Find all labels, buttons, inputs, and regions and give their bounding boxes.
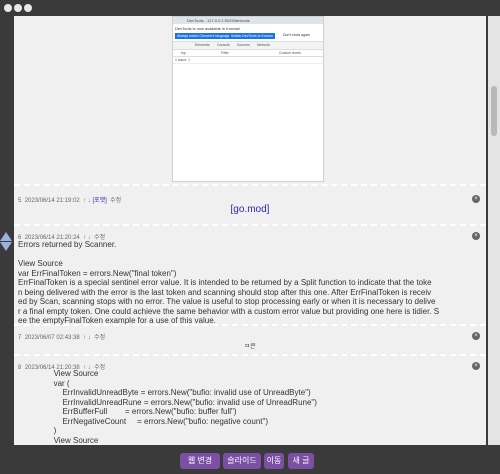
post-5: 5 2023/06/14 21:19:02 ↑ ↓ [포맷] 수정 × [go.… bbox=[14, 188, 486, 226]
screenshot-dont-show: Don't show again bbox=[283, 33, 310, 37]
post-meta: 5 2023/06/14 21:19:02 ↑ ↓ [포맷] 수정 bbox=[18, 195, 121, 204]
screenshot-tab: Elements bbox=[195, 43, 210, 47]
screenshot-tab: Console bbox=[217, 43, 230, 47]
screenshot-tab: Network bbox=[257, 43, 270, 47]
devtools-screenshot: DevTools - 127.0.0.1:9229/devtools DevTo… bbox=[172, 16, 324, 182]
new-post-button[interactable]: 새 글 bbox=[288, 453, 314, 469]
delete-icon[interactable]: × bbox=[472, 332, 480, 340]
scroll-up-icon[interactable] bbox=[0, 232, 12, 241]
screenshot-tab: Sources bbox=[237, 43, 250, 47]
delete-icon[interactable]: × bbox=[472, 362, 480, 370]
screenshot-console bbox=[173, 63, 323, 182]
screenshot-title: DevTools - 127.0.0.1:9229/devtools bbox=[187, 18, 250, 23]
window-minimize-dot[interactable] bbox=[14, 4, 22, 12]
slide-button[interactable]: 슬라이드 bbox=[223, 453, 261, 469]
scrollbar-thumb[interactable] bbox=[491, 86, 497, 136]
delete-icon[interactable]: × bbox=[472, 232, 480, 240]
post-body: View Source var ( ErrInvalidUnreadByte =… bbox=[53, 369, 317, 445]
move-button[interactable]: 이동 bbox=[264, 453, 284, 469]
post-meta: 7 2023/06/07 02:43:38 ↑ ↓ 수정 bbox=[18, 332, 105, 341]
screenshot-issues: 1 Issue: 1 bbox=[175, 58, 191, 62]
window-maximize-dot[interactable] bbox=[24, 4, 32, 12]
post-7: 7 2023/06/07 02:43:38 ↑ ↓ 수정 × ㅁ큰 bbox=[14, 328, 486, 356]
scroll-down-icon[interactable] bbox=[0, 242, 12, 251]
screenshot-context: top bbox=[181, 51, 186, 55]
change-web-button[interactable]: 웹 변경 bbox=[180, 453, 220, 469]
screenshot-filter-bar: top Filter Custom levels bbox=[173, 50, 323, 57]
post-body: Errors returned by Scanner. View Source … bbox=[18, 240, 440, 325]
screenshot-tabbar: Elements Console Sources Network bbox=[173, 41, 323, 50]
delete-icon[interactable]: × bbox=[472, 195, 480, 203]
window-titlebar bbox=[0, 0, 500, 16]
post-4-image-block: DevTools - 127.0.0.1:9229/devtools DevTo… bbox=[14, 16, 486, 186]
post-list: DevTools - 127.0.0.1:9229/devtools DevTo… bbox=[14, 16, 486, 445]
screenshot-notice: DevTools is now available in Korean! bbox=[175, 26, 241, 31]
window-close-dot[interactable] bbox=[4, 4, 12, 12]
post-8: 8 2023/06/14 21:20:38 ↑ ↓ 수정 × View Sour… bbox=[14, 358, 486, 445]
post-body: ㅁ큰 bbox=[244, 344, 256, 350]
post-6: 6 2023/06/14 21:20:24 ↑ ↓ 수정 × Errors re… bbox=[14, 228, 486, 326]
vertical-scrollbar[interactable] bbox=[488, 16, 500, 445]
screenshot-filter: Filter bbox=[221, 51, 229, 55]
gomod-link[interactable]: [go.mod] bbox=[14, 204, 486, 215]
screenshot-levels: Custom levels bbox=[279, 51, 301, 55]
screenshot-switch-korean-button: Switch DevTools to Korean bbox=[229, 33, 275, 39]
screenshot-match-language-button: Always match Chrome's language bbox=[175, 33, 232, 39]
bottom-toolbar: 웹 변경 슬라이드 이동 새 글 bbox=[0, 445, 500, 474]
